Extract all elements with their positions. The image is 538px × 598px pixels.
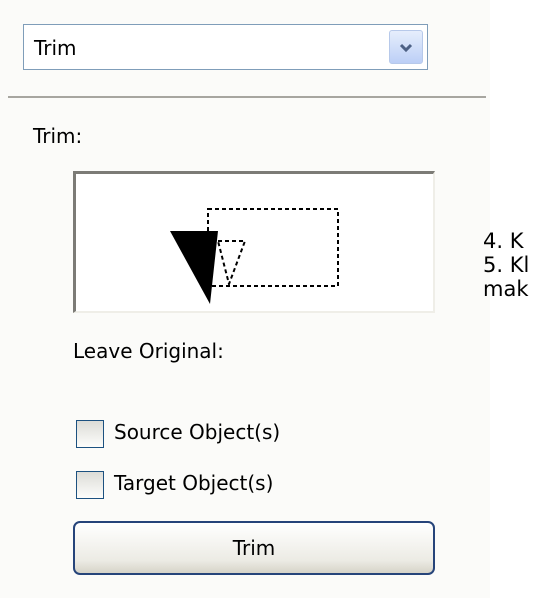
dropdown-value: Trim bbox=[34, 36, 77, 60]
section-label: Trim: bbox=[33, 124, 83, 148]
trimmed-shape bbox=[216, 240, 247, 288]
source-shape bbox=[170, 231, 218, 304]
divider bbox=[8, 96, 486, 98]
source-objects-checkbox[interactable] bbox=[76, 420, 104, 448]
chevron-down-icon[interactable] bbox=[389, 30, 423, 64]
target-objects-checkbox[interactable] bbox=[76, 471, 104, 499]
target-objects-label[interactable]: Target Object(s) bbox=[114, 471, 273, 495]
docker-panel: Trim Trim: Leave Original: Source Object… bbox=[0, 0, 490, 598]
source-objects-label[interactable]: Source Object(s) bbox=[114, 420, 280, 444]
instruction-line: 5. Kl bbox=[483, 253, 530, 277]
instructions-text: 4. K 5. Kl mak bbox=[483, 229, 529, 301]
instruction-line: 4. K bbox=[483, 229, 524, 253]
trim-preview-image bbox=[73, 171, 435, 313]
instruction-line: mak bbox=[483, 277, 529, 301]
trim-button[interactable]: Trim bbox=[73, 521, 435, 575]
leave-original-label: Leave Original: bbox=[73, 339, 224, 363]
operation-dropdown[interactable]: Trim bbox=[23, 24, 428, 70]
trim-button-label: Trim bbox=[232, 536, 276, 560]
